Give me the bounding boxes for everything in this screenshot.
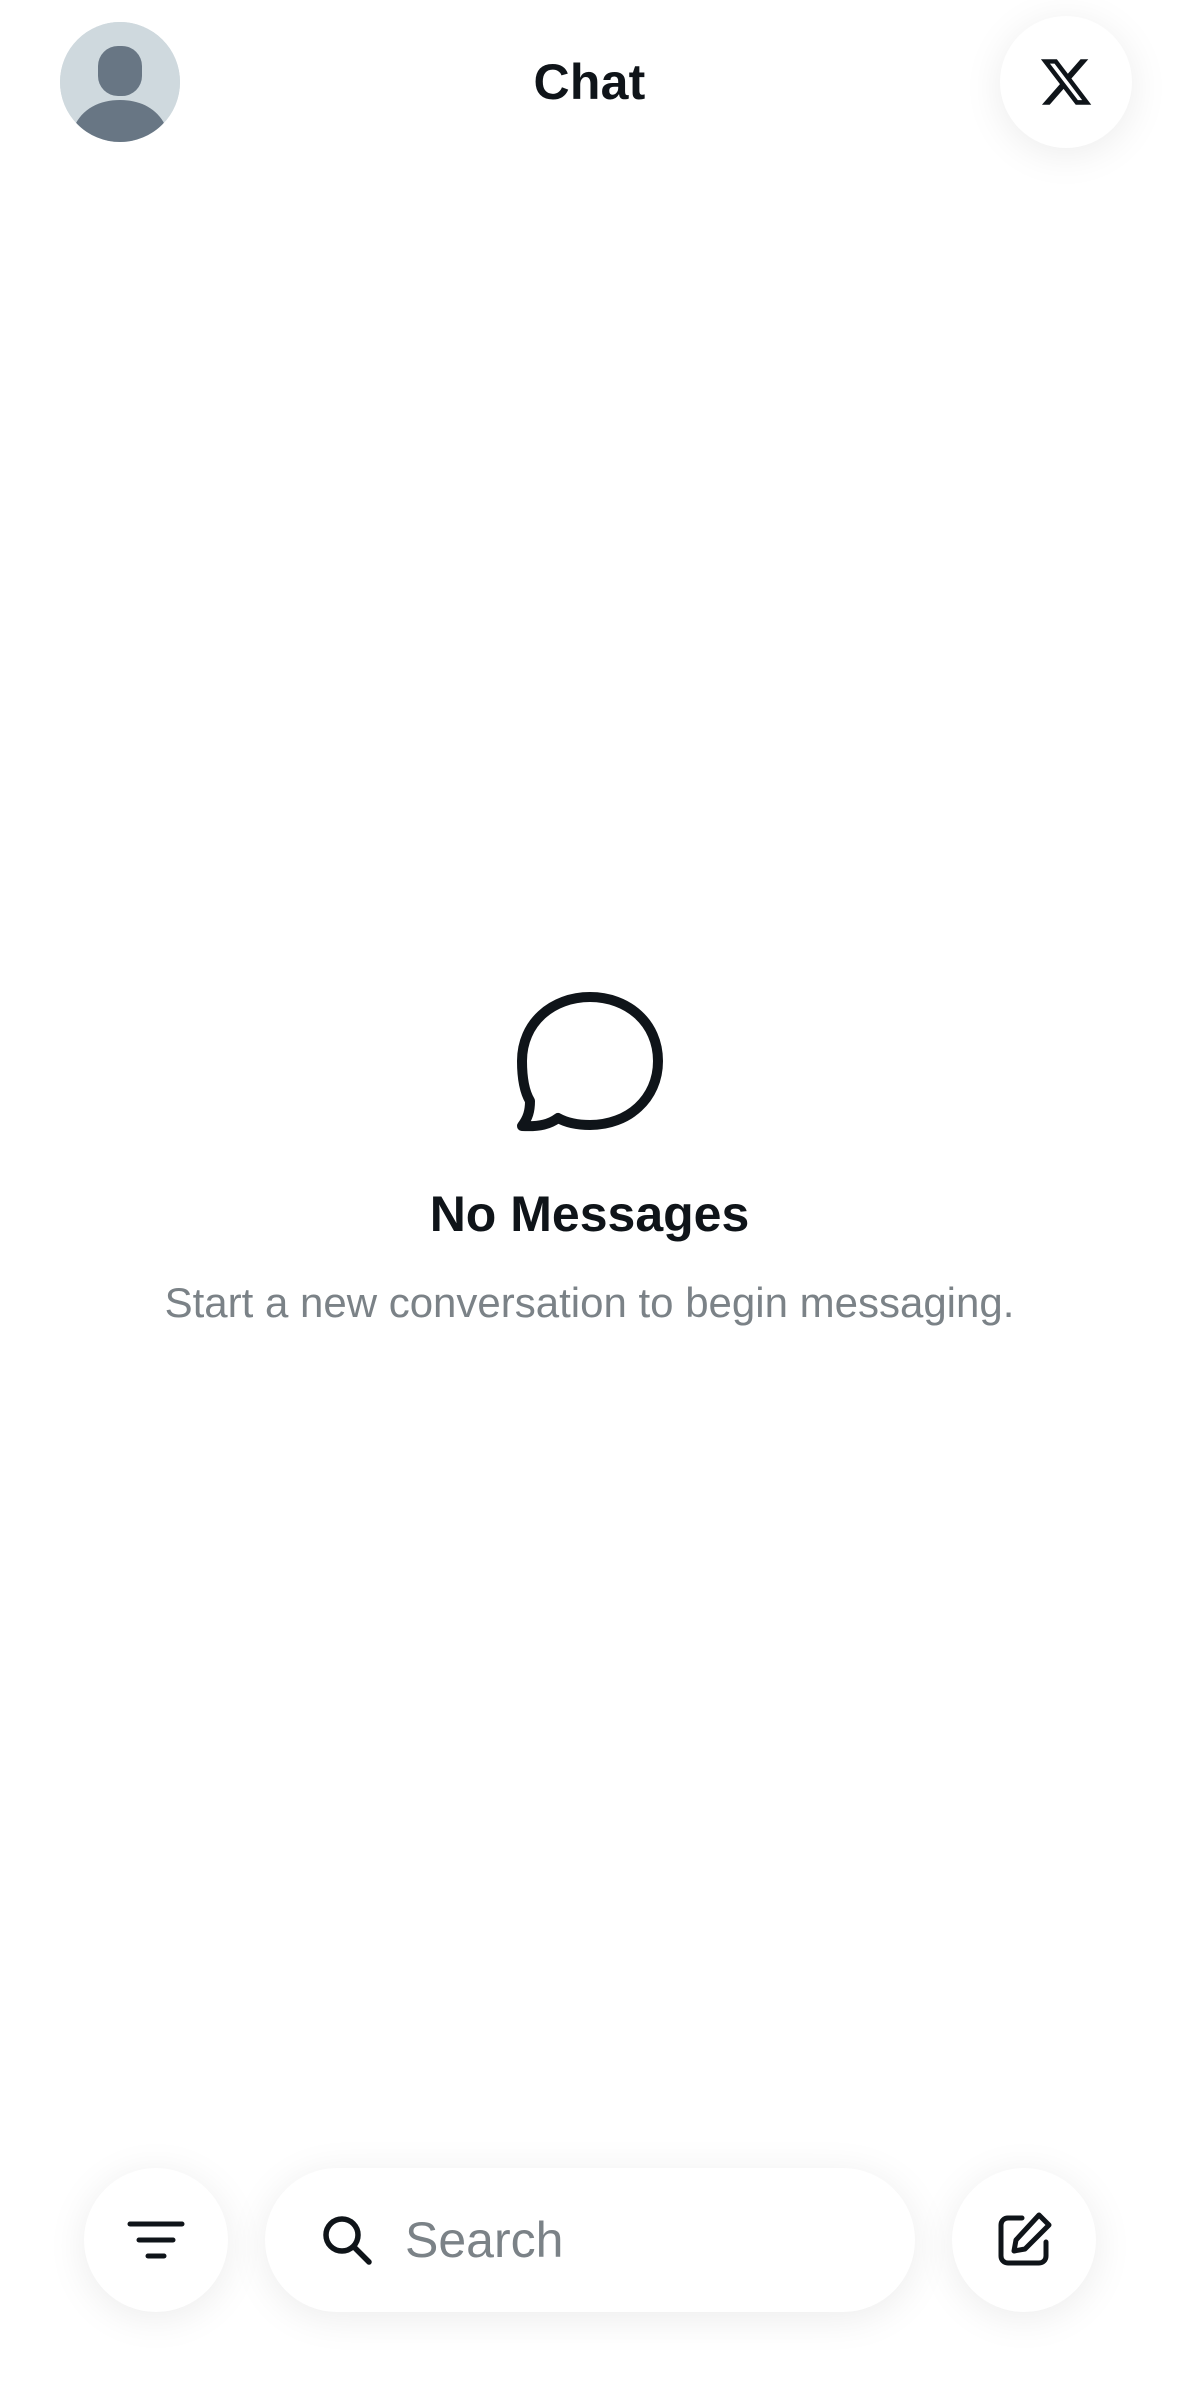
- search-bar[interactable]: [265, 2168, 915, 2312]
- empty-state-title: No Messages: [429, 1186, 750, 1242]
- search-icon: [323, 2216, 372, 2265]
- filter-icon: [127, 2221, 185, 2259]
- empty-state-subtitle: Start a new conversation to begin messag…: [164, 1279, 1015, 1326]
- x-home-button[interactable]: [1000, 16, 1132, 148]
- empty-state: No Messages Start a new conversation to …: [0, 985, 1179, 1331]
- x-logo-icon: [1040, 59, 1092, 105]
- chat-bubble-icon: [516, 992, 663, 1132]
- compose-icon: [998, 2212, 1052, 2266]
- filter-button[interactable]: [84, 2168, 228, 2312]
- bottom-bar: [0, 2150, 1179, 2320]
- top-header: Chat: [0, 0, 1179, 170]
- compose-button[interactable]: [952, 2168, 1096, 2312]
- search-input[interactable]: [405, 2211, 885, 2269]
